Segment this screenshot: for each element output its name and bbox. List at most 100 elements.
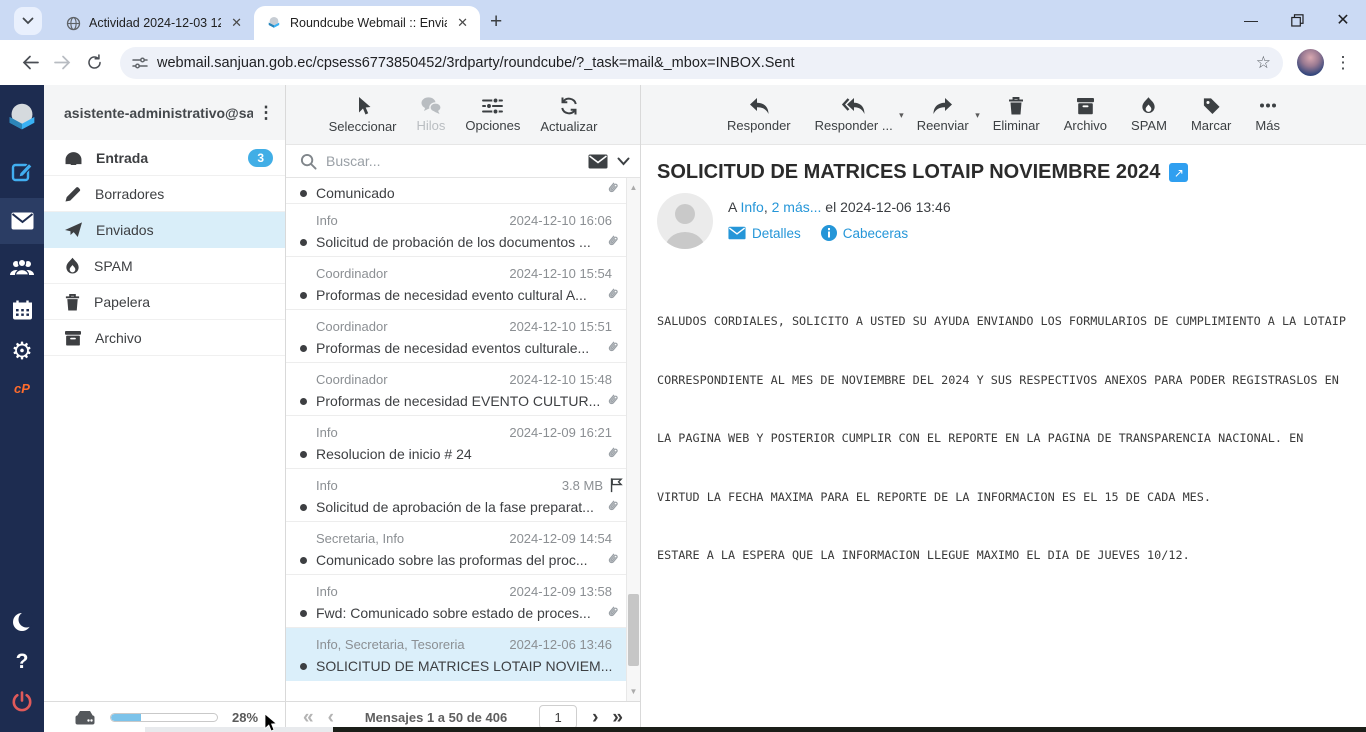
tab-close-icon[interactable]: ✕ bbox=[229, 15, 244, 31]
message-row[interactable]: Secretaria, Info2024-12-09 14:54 Comunic… bbox=[286, 522, 626, 575]
message-subject: Fwd: Comunicado sobre estado de proces..… bbox=[316, 605, 612, 621]
message-row[interactable]: Coordinador2024-12-10 15:51 Proformas de… bbox=[286, 310, 626, 363]
account-menu-icon[interactable]: ⋮ bbox=[253, 103, 279, 123]
window-close-button[interactable]: ✕ bbox=[1320, 0, 1366, 40]
select-button[interactable]: Seleccionar bbox=[329, 96, 397, 134]
compose-button[interactable] bbox=[0, 152, 44, 192]
window-minimize-button[interactable]: — bbox=[1228, 0, 1274, 40]
dark-mode-button[interactable] bbox=[0, 602, 44, 642]
body-line: ESTARE A LA ESPERA QUE LA INFORMACION LL… bbox=[657, 546, 1350, 566]
attachment-icon bbox=[605, 180, 620, 196]
chevron-down-icon bbox=[22, 17, 34, 25]
forward-button[interactable] bbox=[46, 47, 78, 79]
browser-menu-icon[interactable]: ⋮ bbox=[1330, 53, 1356, 73]
message-view-date: el 2024-12-06 13:46 bbox=[821, 199, 950, 215]
help-button[interactable]: ? bbox=[0, 642, 44, 682]
mail-icon bbox=[11, 212, 34, 230]
calendar-icon bbox=[12, 300, 33, 320]
scroll-up-icon[interactable]: ▲ bbox=[627, 183, 640, 192]
search-input[interactable] bbox=[326, 153, 579, 169]
archive-button[interactable]: Archivo bbox=[1064, 97, 1107, 133]
scroll-down-icon[interactable]: ▼ bbox=[627, 687, 640, 696]
options-button[interactable]: Opciones bbox=[465, 97, 520, 133]
globe-icon bbox=[66, 16, 81, 31]
forward-mail-icon bbox=[932, 97, 954, 115]
button-label: Hilos bbox=[417, 118, 446, 133]
message-row[interactable]: Info 3.8 MB Solicitud de aprobación de l… bbox=[286, 469, 626, 522]
search-scope-mail-icon[interactable] bbox=[588, 154, 608, 169]
open-in-new-window-icon[interactable]: ↗ bbox=[1169, 163, 1188, 182]
reply-icon bbox=[748, 97, 770, 115]
message-row[interactable]: Coordinador2024-12-10 15:54 Proformas de… bbox=[286, 257, 626, 310]
threads-button[interactable]: Hilos bbox=[417, 96, 446, 133]
bookmark-star-icon[interactable]: ☆ bbox=[1256, 53, 1271, 73]
calendar-nav-button[interactable] bbox=[0, 290, 44, 330]
mark-button[interactable]: Marcar bbox=[1191, 96, 1231, 133]
message-size: 3.8 MB bbox=[562, 478, 603, 493]
roundcube-favicon bbox=[266, 15, 282, 31]
forward-menu-caret[interactable]: ▾ bbox=[975, 110, 980, 121]
more-button[interactable]: Más bbox=[1255, 96, 1280, 133]
message-row[interactable]: Comunicado bbox=[286, 178, 626, 204]
next-page-button[interactable]: › bbox=[585, 708, 605, 727]
message-row[interactable]: Coordinador2024-12-10 15:48 Proformas de… bbox=[286, 363, 626, 416]
browser-profile-avatar[interactable] bbox=[1297, 49, 1324, 76]
folder-item-spam[interactable]: SPAM bbox=[44, 248, 285, 284]
tab-close-icon[interactable]: ✕ bbox=[455, 15, 470, 31]
power-icon bbox=[11, 691, 33, 713]
headers-link[interactable]: Cabeceras bbox=[843, 226, 908, 241]
details-link[interactable]: Detalles bbox=[752, 226, 801, 241]
message-row[interactable]: Info2024-12-09 16:21 Resolucion de inici… bbox=[286, 416, 626, 469]
folder-item-archivo[interactable]: Archivo bbox=[44, 320, 285, 356]
folder-item-entrada[interactable]: Entrada 3 bbox=[44, 140, 285, 176]
unread-dot bbox=[300, 557, 307, 564]
tab-search-button[interactable] bbox=[14, 7, 42, 35]
list-scrollbar[interactable]: ▲ ▼ bbox=[626, 178, 640, 701]
message-sender: Info, Secretaria, Tesoreria bbox=[316, 637, 465, 652]
reply-button[interactable]: Responder bbox=[727, 97, 791, 133]
body-line: CORRESPONDIENTE AL MES DE NOVIEMBRE DEL … bbox=[657, 371, 1350, 391]
logout-button[interactable] bbox=[0, 682, 44, 722]
message-row[interactable]: Info2024-12-09 13:58 Fwd: Comunicado sob… bbox=[286, 575, 626, 628]
folder-item-borradores[interactable]: Borradores bbox=[44, 176, 285, 212]
account-email: asistente-administrativo@sa... bbox=[64, 105, 253, 121]
recipient-link[interactable]: Info bbox=[740, 199, 763, 215]
tab-actividad[interactable]: Actividad 2024-12-03 12:30:00 ✕ bbox=[54, 6, 254, 40]
archive-icon bbox=[1076, 97, 1095, 115]
more-recipients-link[interactable]: 2 más... bbox=[772, 199, 822, 215]
delete-button[interactable]: Eliminar bbox=[993, 96, 1040, 133]
message-sender: Info bbox=[316, 584, 338, 599]
first-page-button[interactable]: « bbox=[296, 708, 321, 727]
message-sender: Coordinador bbox=[316, 319, 388, 334]
message-row-selected[interactable]: Info, Secretaria, Tesoreria2024-12-06 13… bbox=[286, 628, 626, 681]
restore-icon bbox=[1291, 14, 1304, 27]
folder-item-papelera[interactable]: Papelera bbox=[44, 284, 285, 320]
url-field[interactable]: webmail.sanjuan.gob.ec/cpsess6773850452/… bbox=[120, 47, 1283, 79]
scrollbar-thumb[interactable] bbox=[628, 594, 639, 666]
message-subject: Resolucion de inicio # 24 bbox=[316, 446, 612, 462]
mail-nav-button[interactable] bbox=[0, 198, 44, 244]
forward-button[interactable]: Reenviar ▾ bbox=[917, 97, 969, 133]
search-options-chevron-icon[interactable] bbox=[617, 157, 630, 166]
cpanel-link[interactable]: cP bbox=[0, 372, 44, 404]
window-restore-button[interactable] bbox=[1274, 0, 1320, 40]
tab-roundcube[interactable]: Roundcube Webmail :: Enviados ✕ bbox=[254, 6, 480, 40]
body-line: VIRTUD LA FECHA MAXIMA PARA EL REPORTE D… bbox=[657, 488, 1350, 508]
settings-nav-button[interactable]: ⚙ bbox=[0, 332, 44, 372]
reply-all-button[interactable]: Responder ... ▾ bbox=[815, 97, 893, 133]
refresh-button[interactable]: Actualizar bbox=[540, 96, 597, 134]
folder-item-enviados[interactable]: Enviados bbox=[44, 212, 285, 248]
attachment-icon bbox=[605, 392, 620, 408]
attachment-icon bbox=[605, 498, 620, 514]
contacts-nav-button[interactable] bbox=[0, 248, 44, 288]
reload-button[interactable] bbox=[78, 47, 110, 79]
new-tab-button[interactable]: + bbox=[490, 10, 502, 34]
message-row[interactable]: Info2024-12-10 16:06 Solicitud de probac… bbox=[286, 204, 626, 257]
reply-all-menu-caret[interactable]: ▾ bbox=[899, 110, 904, 121]
page-number-input[interactable] bbox=[539, 705, 577, 729]
prev-page-button[interactable]: ‹ bbox=[321, 708, 341, 727]
button-label: Archivo bbox=[1064, 118, 1107, 133]
spam-button[interactable]: SPAM bbox=[1131, 96, 1167, 133]
back-button[interactable] bbox=[14, 47, 46, 79]
last-page-button[interactable]: » bbox=[605, 708, 630, 727]
